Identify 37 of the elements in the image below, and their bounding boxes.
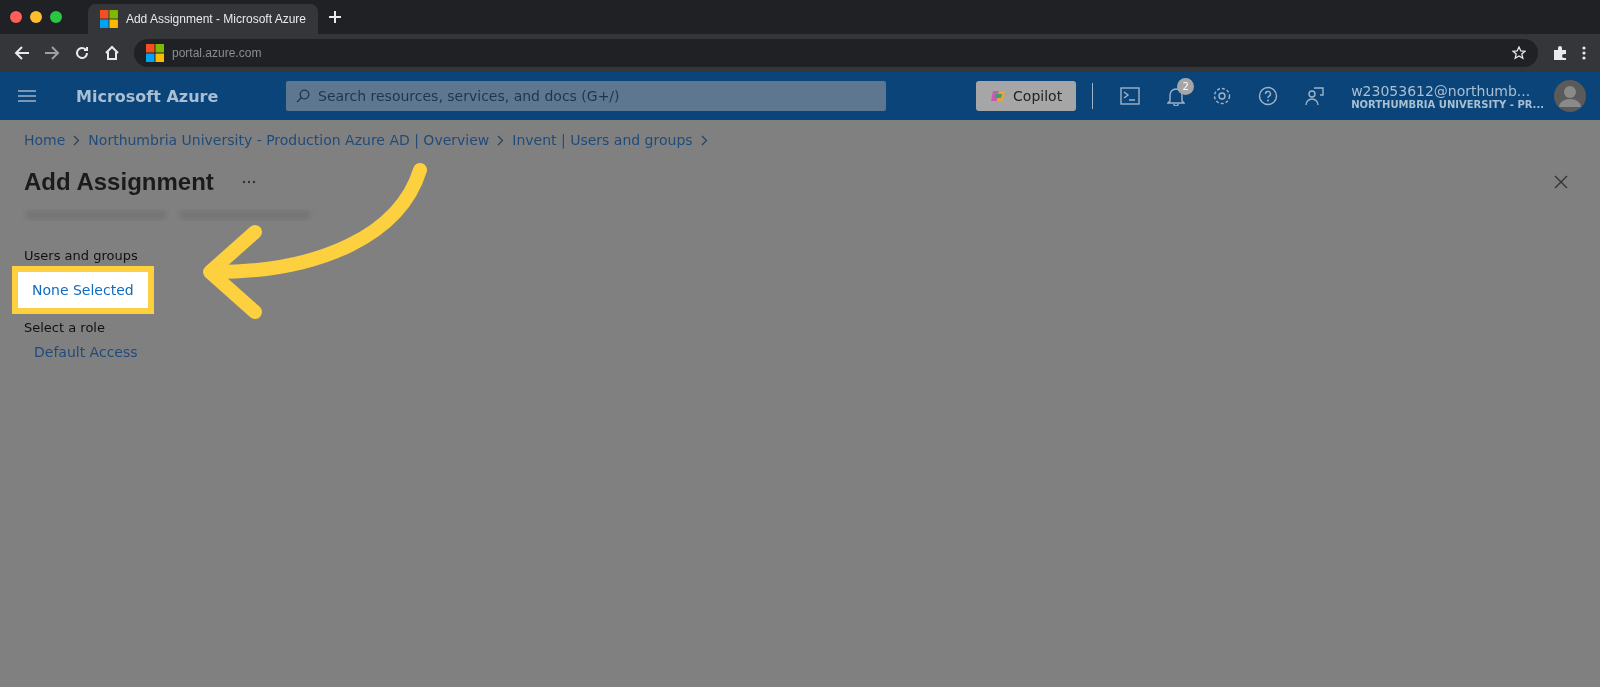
chevron-icon: [73, 134, 81, 146]
copilot-button[interactable]: Copilot: [976, 81, 1077, 111]
close-icon[interactable]: [1554, 175, 1568, 189]
field-label: Select a role: [24, 320, 106, 337]
address-field[interactable]: portal.azure.com: [134, 39, 1538, 67]
new-tab-icon[interactable]: [328, 10, 342, 24]
settings-icon[interactable]: [1212, 86, 1233, 106]
search-icon: [296, 89, 310, 103]
page-title: Add Assignment: [24, 168, 214, 196]
home-icon[interactable]: [104, 45, 120, 61]
menu-icon[interactable]: [1582, 45, 1586, 61]
highlighted-link[interactable]: None Selected: [12, 266, 154, 314]
azure-logo-icon: [146, 44, 164, 62]
notification-badge: 2: [1177, 78, 1195, 95]
account-email[interactable]: w23053612@northumb...: [1351, 82, 1544, 99]
minimize-window-button[interactable]: [30, 11, 42, 23]
feedback-icon[interactable]: [1304, 86, 1325, 106]
star-icon[interactable]: [1512, 46, 1526, 60]
copilot-icon: [990, 88, 1007, 104]
puzzle-icon[interactable]: [1552, 45, 1568, 61]
back-icon[interactable]: [14, 45, 30, 61]
chevron-icon: [700, 134, 708, 146]
account-organization: NORTHUMBRIA UNIVERSITY - PR...: [1351, 98, 1544, 110]
field-label: Users and groups: [24, 248, 139, 265]
browser-tab[interactable]: Add Assignment - Microsoft Azure: [88, 4, 318, 34]
forward-icon[interactable]: [44, 45, 60, 61]
help-icon[interactable]: [1258, 86, 1279, 106]
avatar-icon[interactable]: [1554, 80, 1586, 112]
search-field[interactable]: Search resources, services, and docs (G+/): [286, 81, 886, 111]
chevron-icon: [497, 134, 505, 146]
brand-name[interactable]: Microsoft Azure: [76, 86, 286, 106]
reload-icon[interactable]: [74, 45, 90, 61]
close-window-button[interactable]: [10, 11, 22, 23]
terminal-icon[interactable]: [1120, 87, 1141, 105]
azure-logo-icon: [100, 10, 118, 28]
more-icon[interactable]: [241, 180, 256, 184]
maximize-window-button[interactable]: [50, 11, 62, 23]
